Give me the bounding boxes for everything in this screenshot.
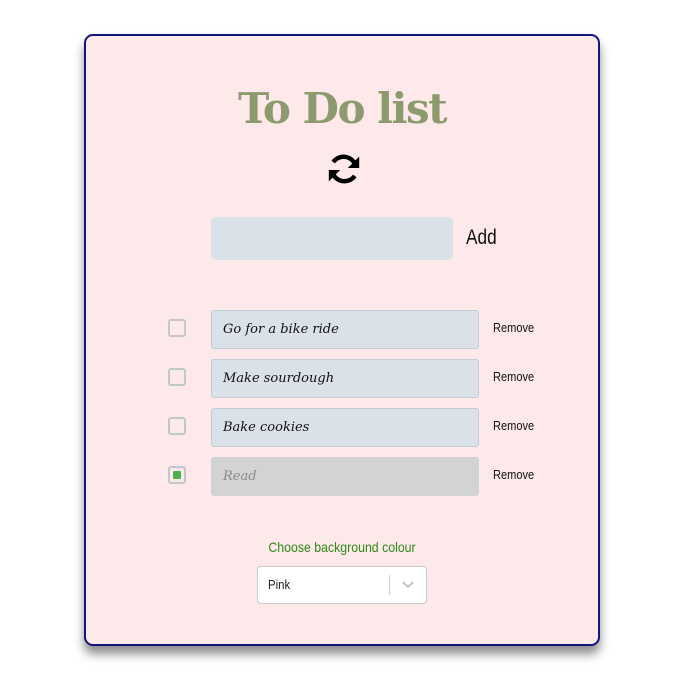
remove-button[interactable]: Remove (493, 467, 534, 482)
select-divider (389, 575, 390, 595)
chevron-down-icon[interactable] (401, 579, 415, 591)
remove-button[interactable]: Remove (493, 418, 534, 433)
task-row: Bake cookies Remove (86, 408, 598, 448)
task-checkbox[interactable] (168, 319, 186, 337)
add-button[interactable]: Add (466, 222, 499, 254)
background-colour-label: Choose background colour (268, 539, 416, 555)
task-field[interactable]: Bake cookies (211, 408, 479, 447)
refresh-icon[interactable] (325, 150, 363, 188)
task-row: Go for a bike ride Remove (86, 310, 598, 350)
todo-card: To Do list Add Go for a bike ride Remove… (84, 34, 600, 646)
task-row: Read Remove (86, 457, 598, 497)
background-colour-select[interactable]: Pink (257, 566, 427, 604)
new-task-input[interactable] (211, 217, 453, 260)
remove-button[interactable]: Remove (493, 320, 534, 335)
task-checkbox[interactable] (168, 368, 186, 386)
page-title: To Do list (237, 84, 448, 133)
task-checkbox-checked[interactable] (168, 466, 186, 484)
task-row: Make sourdough Remove (86, 359, 598, 399)
task-field-completed[interactable]: Read (211, 457, 479, 496)
selected-colour: Pink (268, 577, 291, 592)
task-field[interactable]: Make sourdough (211, 359, 479, 398)
task-field[interactable]: Go for a bike ride (211, 310, 479, 349)
task-checkbox[interactable] (168, 417, 186, 435)
remove-button[interactable]: Remove (493, 369, 534, 384)
